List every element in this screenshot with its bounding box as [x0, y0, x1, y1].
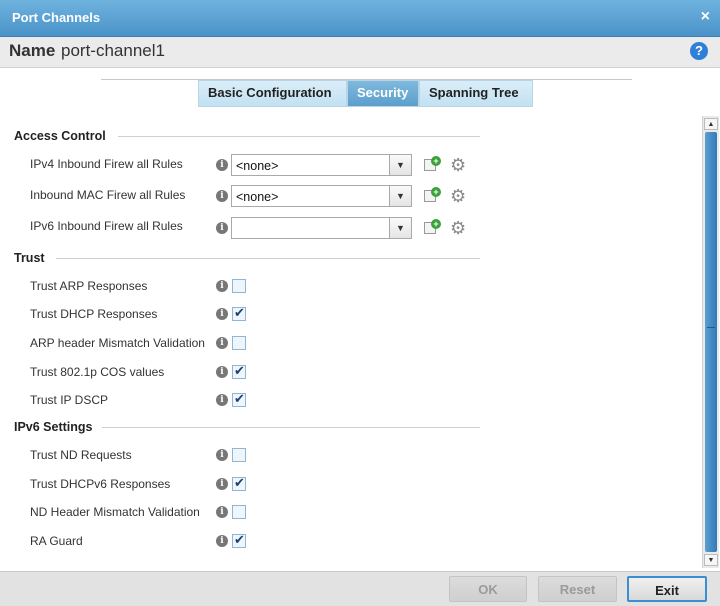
info-icon[interactable]: i	[216, 308, 228, 320]
add-rule-icon[interactable]: +	[424, 219, 441, 235]
trust-cos-checkbox[interactable]	[232, 363, 246, 379]
nd-mismatch-checkbox[interactable]	[232, 505, 246, 519]
scroll-thumb[interactable]	[705, 132, 717, 552]
ra-guard-label: RA Guard	[30, 534, 83, 548]
info-icon[interactable]: i	[216, 190, 228, 202]
tab-basic-configuration[interactable]: Basic Configuration	[198, 80, 347, 107]
scroll-down-icon[interactable]: ▼	[704, 554, 718, 566]
tab-bar: Basic Configuration Security Spanning Tr…	[198, 80, 533, 107]
select-value: <none>	[236, 159, 279, 173]
trust-arp-label: Trust ARP Responses	[30, 279, 148, 293]
chevron-down-icon[interactable]: ▼	[389, 155, 411, 175]
select-value: <none>	[236, 190, 279, 204]
window-title: Port Channels	[12, 10, 101, 25]
info-icon[interactable]: i	[216, 337, 228, 349]
ra-guard-checkbox[interactable]	[232, 532, 246, 548]
reset-button[interactable]: Reset	[538, 576, 617, 602]
add-rule-icon[interactable]: +	[424, 156, 441, 172]
gear-icon[interactable]: ⚙	[450, 187, 466, 205]
trust-dscp-label: Trust IP DSCP	[30, 393, 109, 407]
trust-dhcpv6-checkbox[interactable]	[232, 475, 246, 491]
trust-dhcp-checkbox[interactable]	[232, 305, 246, 321]
ok-button[interactable]: OK	[449, 576, 527, 602]
close-icon[interactable]: ×	[701, 8, 710, 26]
scroll-up-icon[interactable]: ▲	[704, 118, 718, 130]
chevron-down-icon[interactable]: ▼	[389, 186, 411, 206]
add-rule-icon[interactable]: +	[424, 187, 441, 203]
mac-firewall-label: Inbound MAC Firew all Rules	[30, 188, 186, 202]
ipv6-firewall-select[interactable]: ▼	[231, 217, 412, 239]
info-icon[interactable]: i	[216, 506, 228, 518]
info-icon[interactable]: i	[216, 449, 228, 461]
trust-arp-checkbox[interactable]	[232, 279, 246, 293]
trust-dhcp-label: Trust DHCP Responses	[30, 307, 158, 321]
tab-security[interactable]: Security	[347, 80, 419, 107]
trust-nd-checkbox[interactable]	[232, 448, 246, 462]
section-divider	[118, 136, 480, 137]
name-bar: Name port-channel1 ?	[0, 37, 720, 68]
info-icon[interactable]: i	[216, 478, 228, 490]
info-icon[interactable]: i	[216, 280, 228, 292]
exit-button[interactable]: Exit	[627, 576, 707, 602]
ipv4-firewall-label: IPv4 Inbound Firew all Rules	[30, 157, 183, 171]
arp-mismatch-checkbox[interactable]	[232, 336, 246, 350]
info-icon[interactable]: i	[216, 159, 228, 171]
mac-firewall-select[interactable]: <none> ▼	[231, 185, 412, 207]
trust-cos-label: Trust 802.1p COS values	[30, 365, 165, 379]
title-bar: Port Channels ×	[0, 0, 720, 37]
section-divider	[102, 427, 480, 428]
section-divider	[56, 258, 480, 259]
section-trust: Trust	[14, 251, 45, 265]
section-ipv6-settings: IPv6 Settings	[14, 420, 93, 434]
info-icon[interactable]: i	[216, 394, 228, 406]
arp-mismatch-label: ARP header Mismatch Validation	[30, 336, 205, 350]
trust-nd-label: Trust ND Requests	[30, 448, 132, 462]
trust-dscp-checkbox[interactable]	[232, 391, 246, 407]
section-access-control: Access Control	[14, 129, 106, 143]
name-label: Name	[9, 41, 56, 60]
info-icon[interactable]: i	[216, 366, 228, 378]
ipv6-firewall-label: IPv6 Inbound Firew all Rules	[30, 219, 183, 233]
gear-icon[interactable]: ⚙	[450, 156, 466, 174]
ipv4-firewall-select[interactable]: <none> ▼	[231, 154, 412, 176]
chevron-down-icon[interactable]: ▼	[389, 218, 411, 238]
nd-mismatch-label: ND Header Mismatch Validation	[30, 505, 200, 519]
tab-spanning-tree[interactable]: Spanning Tree	[419, 80, 533, 107]
help-icon[interactable]: ?	[690, 42, 708, 60]
info-icon[interactable]: i	[216, 535, 228, 547]
name-value: port-channel1	[61, 41, 165, 60]
trust-dhcpv6-label: Trust DHCPv6 Responses	[30, 477, 171, 491]
gear-icon[interactable]: ⚙	[450, 219, 466, 237]
vertical-scrollbar[interactable]: ▲ ▼	[702, 116, 719, 568]
info-icon[interactable]: i	[216, 222, 228, 234]
footer-bar: OK Reset Exit	[0, 571, 720, 606]
